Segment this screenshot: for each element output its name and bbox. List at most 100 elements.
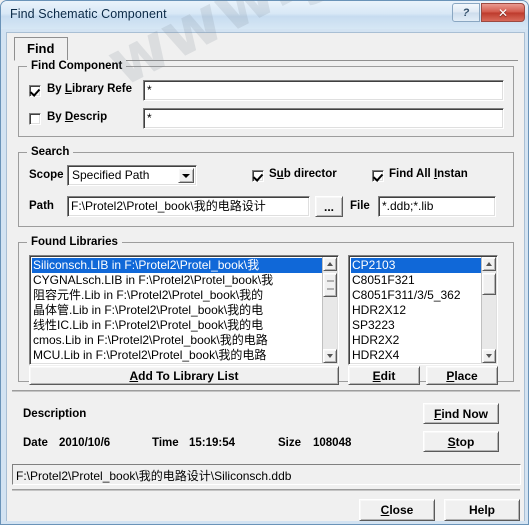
help-button-label: Help: [468, 503, 495, 517]
help-icon-button[interactable]: ?: [452, 3, 480, 22]
components-scroll-up-glyph: [486, 262, 492, 266]
found-libraries-scroll-thumb[interactable]: [323, 273, 337, 297]
by-library-ref-label-accel: L: [64, 83, 72, 95]
found-libraries-scrollbar[interactable]: [322, 257, 337, 363]
close-button[interactable]: Close: [359, 499, 435, 521]
sub-directories-label-post: b director: [283, 168, 337, 180]
found-components-scrollbar[interactable]: [481, 257, 496, 363]
find-now-button[interactable]: Find Now: [423, 403, 499, 424]
add-to-library-list-accel: A: [129, 368, 139, 383]
component-list-item[interactable]: C8051F321: [351, 273, 481, 288]
chevron-down-icon[interactable]: [178, 168, 194, 183]
details-top-divider: [12, 390, 520, 392]
library-list-item[interactable]: CYGNALsch.LIB in F:\Protel2\Protel_book\…: [32, 273, 322, 288]
date-label: Date: [23, 437, 48, 449]
scroll-up-icon[interactable]: [323, 257, 337, 271]
component-list-item[interactable]: HDR2X4: [351, 348, 481, 363]
by-description-label: By Descrip: [47, 111, 145, 123]
size-label: Size: [278, 437, 302, 449]
scope-dropdown-value: Specified Path: [72, 168, 150, 182]
chevron-down-glyph: [182, 173, 190, 178]
time-value: 15:19:54: [189, 437, 236, 449]
search-group-title: Search: [27, 146, 74, 158]
find-now-button-label: Find Now: [434, 407, 488, 421]
found-components-listbox[interactable]: CP2103 C8051F321 C8051F311/3/5_362 HDR2X12 S…: [348, 255, 498, 365]
library-list-item[interactable]: cmos.Lib in F:\Protel2\Protel_book\我的电路: [32, 333, 322, 348]
found-libraries-listbox[interactable]: Siliconsch.LIB in F:\Protel2\Protel_book…: [29, 255, 339, 365]
path-label: Path: [29, 200, 54, 212]
help-button[interactable]: Help: [444, 499, 520, 521]
component-list-item[interactable]: SP3223: [351, 318, 481, 333]
add-to-library-list-label: Add To Library List: [129, 369, 238, 383]
status-bar: F:\Protel2\Protel_book\我的电路设计\Siliconsch…: [12, 464, 521, 485]
stop-button-post: top: [455, 434, 475, 449]
sub-directories-label-pre: S: [269, 168, 277, 180]
by-description-label-pre: By: [47, 111, 65, 123]
edit-button-accel: E: [372, 368, 381, 383]
component-list-item[interactable]: CP2103: [351, 258, 481, 273]
scope-dropdown[interactable]: Specified Path: [67, 165, 197, 186]
library-list-item[interactable]: 晶体管.Lib in F:\Protel2\Protel_book\我的电: [32, 303, 322, 318]
sub-directories-checkbox[interactable]: [252, 170, 264, 182]
time-label: Time: [152, 437, 179, 449]
stop-button[interactable]: Stop: [423, 431, 499, 452]
component-list-item[interactable]: HDR2X2: [351, 333, 481, 348]
library-list-item[interactable]: MCU.Lib in F:\Protel2\Protel_book\我的电路: [32, 348, 322, 363]
add-to-library-list-post: dd To Library List: [138, 368, 239, 383]
scope-label: Scope: [29, 169, 64, 181]
window-title: Find Schematic Component: [10, 7, 167, 21]
footer-top-divider: [12, 489, 520, 491]
file-mask-input[interactable]: *.ddb;*.lib: [378, 196, 496, 217]
add-to-library-list-button[interactable]: Add To Library List: [29, 366, 339, 385]
stop-button-label: Stop: [448, 435, 475, 449]
by-library-ref-input[interactable]: *: [143, 80, 504, 101]
components-scroll-down-icon[interactable]: [482, 349, 496, 363]
sub-directories-label: Sub director: [269, 168, 347, 180]
description-label: Description: [23, 408, 87, 420]
find-schematic-component-window: Find Schematic Component ? ✕ Find Find C…: [0, 0, 529, 525]
by-library-ref-label-post: ibrary Refe: [71, 83, 133, 95]
title-bar[interactable]: Find Schematic Component ? ✕: [1, 1, 528, 29]
path-input[interactable]: F:\Protel2\Protel_book\我的电路设计: [67, 196, 310, 217]
dialog-client-area: Find Find Component By Library Refe * By…: [6, 32, 525, 521]
found-components-items: CP2103 C8051F321 C8051F311/3/5_362 HDR2X12 S…: [351, 258, 481, 364]
components-scroll-down-glyph: [486, 354, 492, 358]
by-description-checkbox[interactable]: [29, 113, 41, 125]
component-list-item[interactable]: HDR2X12: [351, 303, 481, 318]
close-icon-button[interactable]: ✕: [481, 3, 525, 22]
find-all-instances-label-pre: Find All: [389, 168, 434, 180]
by-library-ref-label-pre: By: [47, 83, 65, 95]
close-button-post: lose: [389, 503, 414, 517]
size-value: 108048: [313, 437, 352, 449]
place-button[interactable]: Place: [426, 366, 498, 385]
find-all-instances-label-post: nstan: [437, 168, 468, 180]
edit-button-label: Edit: [373, 369, 396, 383]
by-description-label-post: escrip: [73, 111, 108, 123]
file-label: File: [350, 200, 370, 212]
by-description-input[interactable]: *: [143, 108, 504, 129]
place-button-post: lace: [454, 368, 478, 383]
tab-strip: Find: [14, 37, 518, 61]
scroll-up-glyph: [327, 262, 333, 266]
found-libraries-items: Siliconsch.LIB in F:\Protel2\Protel_book…: [32, 258, 322, 364]
scroll-down-glyph: [327, 354, 333, 358]
scroll-down-icon[interactable]: [323, 349, 337, 363]
by-description-label-accel: D: [64, 111, 74, 123]
library-list-item[interactable]: Siliconsch.LIB in F:\Protel2\Protel_book…: [32, 258, 322, 273]
browse-path-button[interactable]: ...: [315, 196, 343, 217]
component-list-item[interactable]: C8051F311/3/5_362: [351, 288, 481, 303]
found-components-scroll-thumb[interactable]: [482, 273, 496, 295]
close-button-label: Close: [381, 503, 414, 517]
components-scroll-up-icon[interactable]: [482, 257, 496, 271]
edit-button-post: dit: [380, 368, 396, 383]
find-all-instances-checkbox[interactable]: [372, 170, 384, 182]
library-list-item[interactable]: 阻容元件.Lib in F:\Protel2\Protel_book\我的: [32, 288, 322, 303]
scroll-thumb-grip-icon: [327, 280, 334, 290]
find-now-button-post: ind Now: [441, 406, 488, 421]
library-list-item[interactable]: 线性IC.Lib in F:\Protel2\Protel_book\我的电: [32, 318, 322, 333]
caption-button-group: ? ✕: [452, 3, 525, 23]
by-library-ref-checkbox[interactable]: [29, 85, 41, 97]
edit-button[interactable]: Edit: [348, 366, 420, 385]
found-libraries-group-title: Found Libraries: [27, 236, 122, 248]
tab-find[interactable]: Find: [14, 37, 69, 61]
